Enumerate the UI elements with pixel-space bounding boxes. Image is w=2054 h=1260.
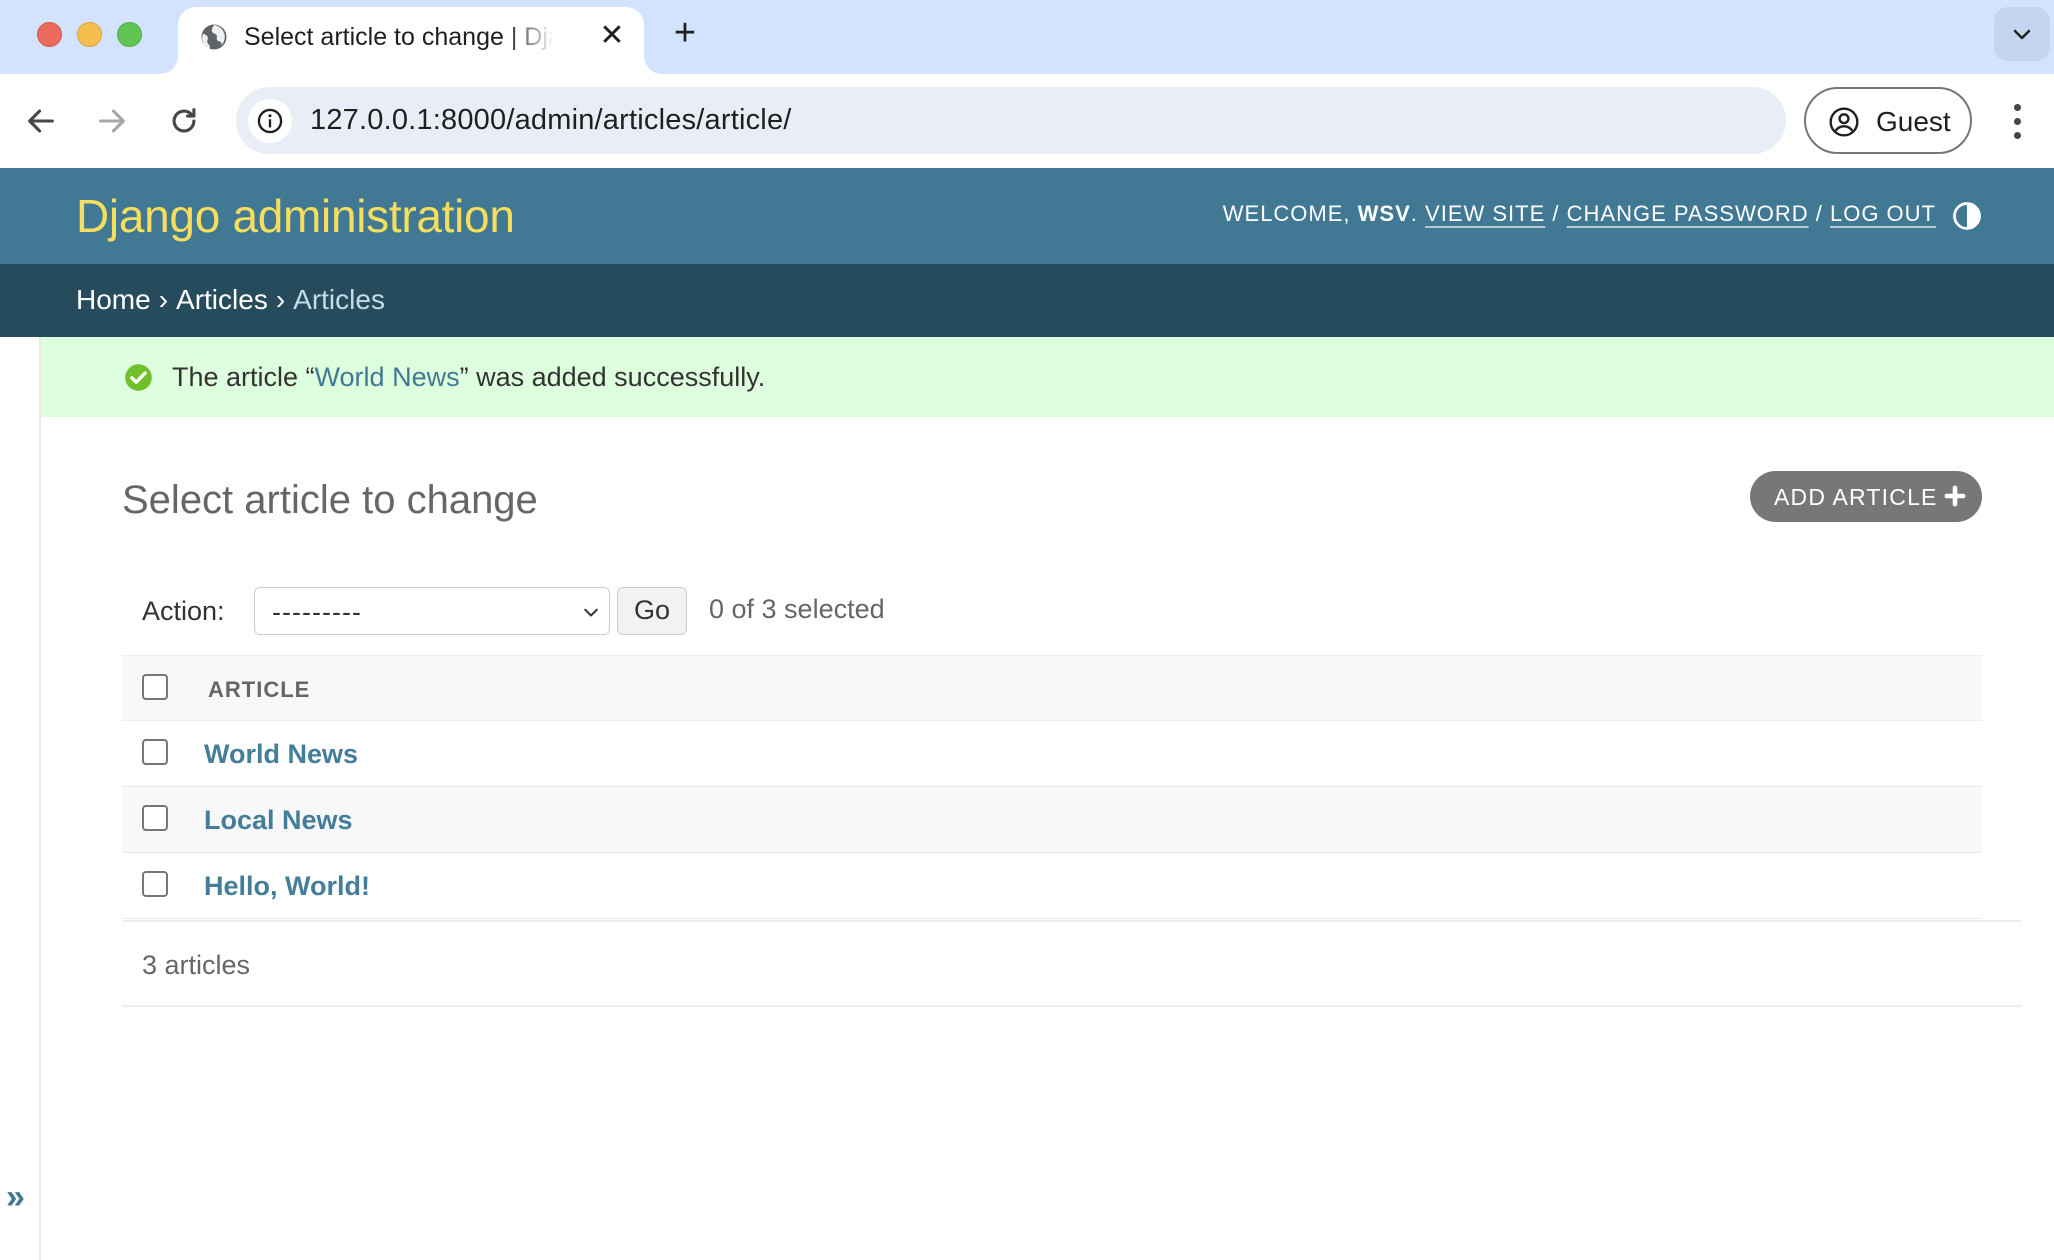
plus-icon [1944, 485, 1966, 507]
arrow-right-icon [99, 109, 125, 133]
forward-button[interactable] [89, 98, 135, 144]
welcome-text: WELCOME, [1222, 201, 1351, 226]
page-title: Select article to change [122, 478, 538, 522]
article-link[interactable]: World News [204, 739, 358, 770]
nav-sidebar-collapsed [0, 337, 41, 1260]
address-bar[interactable]: 127.0.0.1:8000/admin/articles/article/ [236, 87, 1786, 154]
breadcrumb-current: Articles [293, 284, 385, 315]
globe-icon [201, 24, 227, 50]
account-circle-icon [1829, 107, 1859, 137]
article-link[interactable]: Local News [204, 805, 353, 836]
message-prefix: The article “ [172, 362, 315, 392]
table-row: Hello, World! [122, 853, 1982, 919]
browser-menu-icon[interactable] [2000, 98, 2036, 144]
half-circle-contrast-icon[interactable] [1952, 201, 1982, 231]
new-tab-button[interactable]: + [665, 14, 705, 54]
message-suffix: ” was added successfully. [459, 362, 766, 392]
browser-tab-strip: Select article to change | Django site a… [0, 0, 2054, 74]
window-minimize-button[interactable] [77, 22, 102, 47]
profile-label: Guest [1876, 106, 1951, 137]
change-password-link[interactable]: CHANGE PASSWORD [1567, 201, 1809, 226]
check-circle-icon [125, 364, 152, 391]
site-branding[interactable]: Django administration [76, 189, 515, 243]
url-text[interactable]: 127.0.0.1:8000/admin/articles/article/ [310, 104, 792, 137]
row-checkbox[interactable] [142, 805, 168, 831]
window-zoom-button[interactable] [117, 22, 142, 47]
action-counter: 0 of 3 selected [709, 594, 885, 624]
table-row: World News [122, 721, 1982, 787]
profile-button[interactable]: Guest [1804, 87, 1972, 154]
row-checkbox[interactable] [142, 739, 168, 765]
action-label: Action: [142, 596, 225, 626]
separator: / [1815, 201, 1823, 226]
browser-toolbar: 127.0.0.1:8000/admin/articles/article/ G… [0, 74, 2054, 168]
tab-close-icon[interactable]: ✕ [596, 21, 628, 53]
separator: / [1552, 201, 1560, 226]
table-header: ARTICLE [122, 655, 1982, 721]
tab-title: Select article to change | Django site a… [244, 23, 554, 51]
breadcrumb-app-link[interactable]: Articles [176, 284, 268, 315]
column-header-article[interactable]: ARTICLE [208, 677, 310, 703]
chevron-down-icon [2013, 29, 2031, 40]
breadcrumb-home-link[interactable]: Home [76, 284, 151, 315]
select-all-checkbox[interactable] [142, 674, 168, 700]
view-site-link[interactable]: VIEW SITE [1425, 201, 1545, 226]
tab-search-button[interactable] [1994, 7, 2050, 61]
result-list-table: ARTICLE World News Local News Hello, Wor… [122, 655, 1982, 919]
breadcrumb-separator: › [158, 284, 169, 315]
breadcrumb: Home › Articles › Articles [0, 264, 2054, 337]
action-select[interactable]: --------- [254, 587, 610, 635]
breadcrumb-separator: › [275, 284, 286, 315]
username: WSV [1357, 201, 1411, 226]
site-info-button[interactable] [248, 99, 292, 143]
arrow-left-icon [28, 109, 54, 133]
reload-icon [172, 108, 196, 133]
action-select-value: --------- [272, 597, 362, 627]
window-close-button[interactable] [37, 22, 62, 47]
article-link[interactable]: Hello, World! [204, 871, 370, 902]
success-message: The article “World News” was added succe… [41, 337, 2054, 417]
user-tools: WELCOME, WSV. VIEW SITE / CHANGE PASSWOR… [1222, 201, 1936, 226]
reload-button[interactable] [161, 98, 207, 144]
log-out-link[interactable]: LOG OUT [1830, 201, 1936, 226]
back-button[interactable] [18, 98, 64, 144]
browser-tab-active[interactable]: Select article to change | Django site a… [178, 7, 644, 74]
paginator: 3 articles [122, 920, 2022, 1007]
table-row: Local News [122, 787, 1982, 853]
go-button[interactable]: Go [617, 587, 687, 635]
success-message-text: The article “World News” was added succe… [172, 362, 765, 393]
admin-header: Django administration WELCOME, WSV. VIEW… [0, 168, 2054, 264]
chevron-down-icon [584, 608, 598, 617]
message-object-link[interactable]: World News [315, 362, 460, 392]
row-checkbox[interactable] [142, 871, 168, 897]
add-article-button[interactable]: ADD ARTICLE [1750, 471, 1982, 522]
info-icon [257, 108, 283, 134]
sidebar-toggle-button[interactable]: » [6, 1180, 25, 1214]
result-count: 3 articles [142, 950, 251, 980]
add-article-label: ADD ARTICLE [1774, 484, 1938, 510]
